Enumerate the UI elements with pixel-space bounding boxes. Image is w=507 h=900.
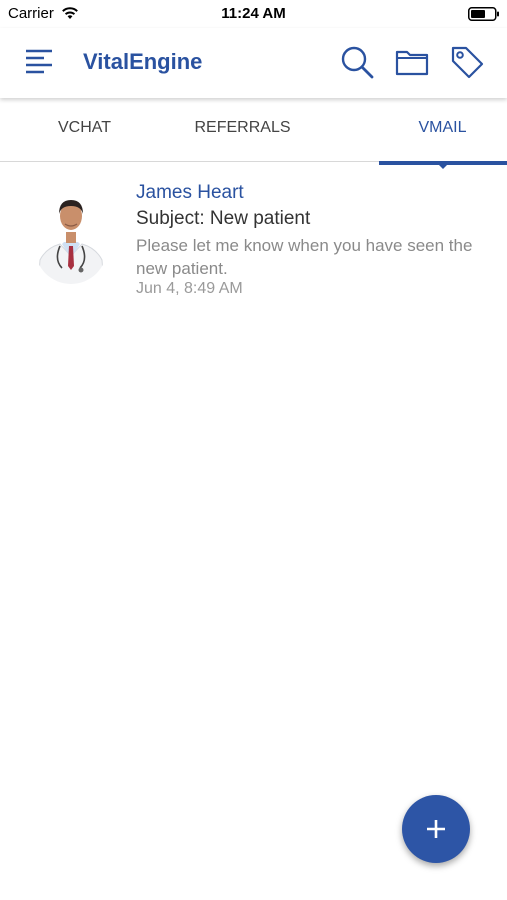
status-bar: Carrier 11:24 AM (0, 0, 507, 28)
tab-bar: VCHAT REFERRALS VMAIL (0, 98, 507, 162)
message-timestamp: Jun 4, 8:49 AM (136, 280, 243, 297)
app-header: VitalEngine (0, 28, 507, 98)
tab-referrals[interactable]: REFERRALS (158, 98, 327, 162)
plus-icon (427, 820, 445, 838)
app-title: VitalEngine (83, 49, 203, 74)
tab-label: REFERRALS (194, 119, 291, 136)
message-subject: Subject: New patient (136, 208, 311, 229)
menu-icon[interactable] (24, 47, 54, 75)
tab-vmail[interactable]: VMAIL (358, 98, 507, 162)
folder-icon[interactable] (395, 48, 429, 76)
tab-label: VMAIL (418, 119, 467, 136)
message-preview: Please let me know when you have seen th… (136, 236, 473, 278)
active-tab-caret (437, 163, 449, 169)
tag-icon[interactable] (449, 44, 485, 80)
tab-label: VCHAT (57, 119, 112, 136)
list-item[interactable]: James Heart Subject: New patient Please … (0, 170, 507, 305)
compose-button[interactable] (402, 795, 470, 863)
tab-vchat[interactable]: VCHAT (0, 98, 169, 162)
search-icon[interactable] (340, 45, 374, 79)
battery-icon (468, 7, 499, 21)
message-sender: James Heart (136, 182, 244, 203)
avatar (35, 200, 107, 284)
status-time: 11:24 AM (221, 5, 286, 22)
